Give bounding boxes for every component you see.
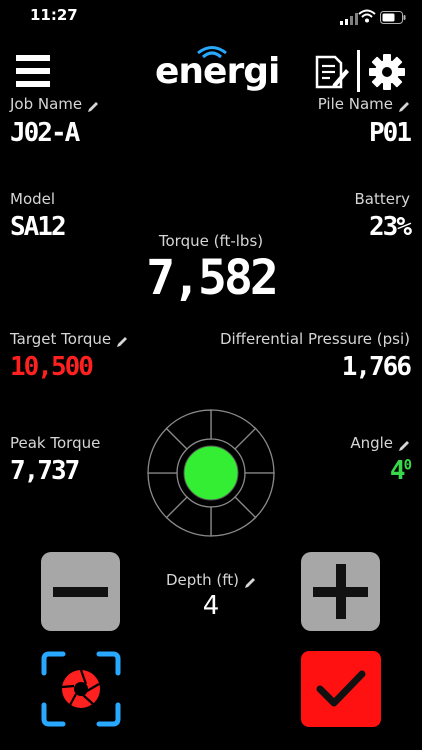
target-torque-value: 10,500 [10, 352, 94, 382]
angle-unit: 0 [403, 457, 413, 474]
differential-pressure-value: 1,766 [341, 352, 412, 382]
energi-logo: energi [155, 44, 280, 94]
level-indicator [143, 408, 279, 542]
logo-text: energi [155, 51, 280, 92]
peak-torque-value: 7,737 [10, 456, 80, 486]
depth-field[interactable]: Depth (ft) [161, 571, 261, 589]
differential-pressure-label: Differential Pressure (psi) [219, 330, 410, 348]
camera-scan-icon [41, 651, 121, 727]
torque-label: Torque (ft-lbs) [158, 232, 264, 250]
edit-pencil-icon[interactable] [398, 438, 410, 451]
depth-label: Depth (ft) [165, 571, 240, 589]
decrease-depth-button[interactable] [41, 552, 120, 631]
menu-icon[interactable] [16, 55, 50, 89]
edit-pencil-icon[interactable] [87, 99, 99, 112]
target-torque-field[interactable]: Target Torque [10, 330, 128, 348]
peak-torque-label: Peak Torque [10, 434, 101, 452]
battery-label: Battery [354, 190, 410, 208]
gear-icon[interactable] [369, 54, 405, 94]
signal-icon [340, 10, 358, 29]
increase-depth-button[interactable] [301, 552, 380, 631]
angle-label: Angle [350, 434, 393, 452]
pile-name-label: Pile Name [317, 95, 393, 113]
angle-value: 4 [389, 456, 406, 486]
job-name-label: Job Name [10, 95, 83, 113]
target-torque-label: Target Torque [10, 330, 112, 348]
edit-pencil-icon[interactable] [398, 99, 410, 112]
pile-name-value: P01 [369, 118, 412, 148]
job-name-value: J02-A [10, 118, 80, 148]
confirm-button[interactable] [301, 651, 381, 727]
torque-value: 7,582 [146, 250, 279, 306]
wifi-icon [358, 8, 376, 27]
report-icon[interactable] [313, 54, 349, 94]
camera-scan-button[interactable] [41, 651, 121, 727]
edit-pencil-icon[interactable] [244, 575, 256, 588]
plus-icon-vertical [336, 564, 346, 619]
minus-icon [53, 587, 108, 597]
model-label: Model [10, 190, 56, 208]
level-center-dot [183, 445, 239, 501]
edit-pencil-icon[interactable] [116, 334, 128, 347]
pile-name-field[interactable]: Pile Name [318, 95, 410, 113]
battery-status-icon [380, 9, 406, 28]
header-divider [357, 50, 360, 92]
status-time: 11:27 [30, 6, 78, 24]
angle-value-group: 40 [389, 456, 413, 486]
job-name-field[interactable]: Job Name [10, 95, 99, 113]
depth-value: 4 [202, 591, 220, 621]
check-icon [316, 670, 366, 707]
angle-field[interactable]: Angle [350, 434, 410, 452]
